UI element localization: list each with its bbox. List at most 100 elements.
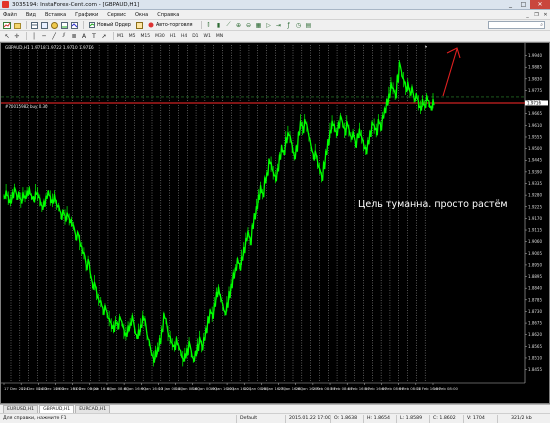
timeframe-w1[interactable]: W1 (204, 34, 211, 39)
menu-charts[interactable]: Графики (75, 12, 98, 18)
new-order-button[interactable]: Новый Ордер (87, 21, 133, 30)
price-tick-label: 1.8950 (528, 262, 542, 267)
autotrading-button[interactable]: Авто-торговля (146, 21, 195, 30)
menu-bar: Файл Вид Вставка Графики Сервис Окна Спр… (0, 10, 550, 20)
window-title: 3035194: InstaForex-Cent.com - [GBPAUD,H… (12, 1, 140, 8)
status-open: O: 1.8638 (334, 416, 358, 421)
timeframe-m15[interactable]: M15 (141, 34, 151, 39)
status-help: Для справки, нажмите F1 (3, 416, 67, 421)
cursor-icon[interactable]: ↖ (3, 32, 11, 40)
bar-chart-icon[interactable]: ⫾ (205, 21, 213, 29)
new-chart-icon[interactable] (3, 21, 11, 29)
crosshair-icon[interactable]: ✛ (13, 32, 21, 40)
minimize-button[interactable]: _ (504, 0, 517, 9)
mdi-controls: _ ❐ ✕ (523, 12, 550, 18)
chart-shift-icon[interactable]: ⇥ (275, 21, 283, 29)
indicators-icon[interactable]: ƒ (285, 21, 293, 29)
target-arrow (442, 48, 458, 97)
fibonacci-icon[interactable]: ≣ (70, 32, 78, 40)
window-controls: _ □ ✕ (504, 0, 550, 10)
price-tick-label: 1.9555 (528, 134, 542, 139)
horizontal-line-icon[interactable]: ─ (40, 32, 48, 40)
label-tool-icon[interactable]: T (90, 32, 98, 40)
chart-annotation[interactable]: Цель туманна. просто растём (358, 199, 508, 210)
mdi-close-icon[interactable]: ✕ (541, 12, 550, 18)
arrow-tool-icon[interactable]: ➚ (100, 32, 108, 40)
tab-eurusd[interactable]: EURUSD,H1 (3, 405, 39, 413)
data-window-icon[interactable] (40, 21, 48, 29)
price-tick-label: 1.9830 (528, 76, 542, 81)
price-tick-label: 1.8840 (528, 286, 542, 291)
search-icon[interactable]: ⌕ (540, 22, 543, 28)
trendline-icon[interactable]: ╱ (50, 32, 58, 40)
line-chart-icon[interactable]: ⟋ (225, 21, 233, 29)
candlestick-icon[interactable]: ▮ (215, 21, 223, 29)
menu-insert[interactable]: Вставка (45, 12, 66, 18)
autoscroll-icon[interactable]: ▷ (265, 21, 273, 29)
timeframe-mn[interactable]: MN (216, 34, 223, 39)
close-button[interactable]: ✕ (530, 0, 550, 9)
price-tick-label: 1.9390 (528, 169, 542, 174)
profiles-icon[interactable] (13, 21, 21, 29)
price-tick-label: 1.8675 (528, 321, 542, 326)
chart-symbol-label: GBPAUD,H1 1.9718 1.9722 1.9710 1.9716 (5, 45, 94, 50)
timeframe-d1[interactable]: D1 (192, 34, 198, 39)
price-tick-label: 1.9060 (528, 239, 542, 244)
mdi-minimize-icon[interactable]: _ (523, 12, 532, 18)
channel-icon[interactable]: ⫽ (60, 32, 68, 40)
new-order-label: Новый Ордер (97, 22, 131, 28)
status-traffic: 321/2 kb (511, 416, 532, 421)
price-tick-label: 1.8785 (528, 297, 542, 302)
search-input[interactable]: ⌕ (488, 21, 545, 29)
tester-icon[interactable] (70, 21, 78, 29)
price-tick-label: 1.8455 (528, 367, 542, 372)
price-tick-label: 1.9170 (528, 216, 542, 221)
tab-gbpaud[interactable]: GBPAUD,H1 (39, 405, 75, 413)
price-tick-label: 1.9445 (528, 158, 542, 163)
menu-tools[interactable]: Сервис (107, 12, 126, 18)
status-datetime: 2015.01.22 17:00 (289, 416, 331, 421)
price-tick-label: 1.8620 (528, 332, 542, 337)
status-volume: V: 1704 (467, 416, 485, 421)
price-tick-label: 1.9665 (528, 111, 542, 116)
menu-file[interactable]: Файл (3, 12, 17, 18)
tile-windows-icon[interactable]: ▦ (255, 21, 263, 29)
metaeditor-icon[interactable] (136, 21, 144, 29)
time-tick-label: 16 Feb 08:00 (433, 386, 458, 391)
timeframe-m30[interactable]: M30 (155, 34, 165, 39)
current-price-label: 1.9716 (527, 100, 541, 105)
periods-icon[interactable]: ◷ (295, 21, 303, 29)
price-tick-label: 1.9280 (528, 193, 542, 198)
standard-toolbar: Новый Ордер Авто-торговля ⫾ ▮ ⟋ ⊕ ⊖ ▦ ▷ … (0, 20, 550, 31)
terminal-icon[interactable] (60, 21, 68, 29)
price-tick-label: 1.8510 (528, 355, 542, 360)
price-tick-label: 1.9335 (528, 181, 542, 186)
title-bar: 3035194: InstaForex-Cent.com - [GBPAUD,H… (0, 0, 550, 10)
status-high: H: 1.8654 (367, 416, 390, 421)
timeframe-h1[interactable]: H1 (170, 34, 176, 39)
zoom-out-icon[interactable]: ⊖ (245, 21, 253, 29)
templates-icon[interactable]: ▤ (305, 21, 313, 29)
zoom-in-icon[interactable]: ⊕ (235, 21, 243, 29)
menu-window[interactable]: Окна (135, 12, 148, 18)
drawing-toolbar: ↖ ✛ │ ─ ╱ ⫽ ≣ A T ➚ M1 M5 M15 M30 H1 H4 … (0, 31, 550, 42)
price-chart[interactable]: 1.99401.98851.98301.97751.97201.96651.96… (1, 43, 549, 403)
menu-help[interactable]: Справка (157, 12, 179, 18)
timeframe-h4[interactable]: H4 (181, 34, 187, 39)
menu-view[interactable]: Вид (26, 12, 36, 18)
timeframe-m1[interactable]: M1 (117, 34, 124, 39)
mdi-restore-icon[interactable]: ❐ (532, 12, 541, 18)
text-tool-icon[interactable]: A (80, 32, 88, 40)
price-tick-label: 1.9610 (528, 123, 542, 128)
status-bar: Для справки, нажмите F1 Default 2015.01.… (0, 413, 550, 423)
price-tick-label: 1.8730 (528, 309, 542, 314)
chart-window[interactable]: 1.99401.98851.98301.97751.97201.96651.96… (0, 42, 550, 404)
app-icon (2, 1, 9, 8)
vertical-line-icon[interactable]: │ (30, 32, 38, 40)
tab-eurcad[interactable]: EURCAD,H1 (75, 405, 111, 413)
navigator-icon[interactable] (50, 21, 58, 29)
market-watch-icon[interactable] (30, 21, 38, 29)
price-tick-label: 1.9775 (528, 88, 542, 93)
maximize-button[interactable]: □ (517, 0, 530, 9)
timeframe-m5[interactable]: M5 (129, 34, 136, 39)
